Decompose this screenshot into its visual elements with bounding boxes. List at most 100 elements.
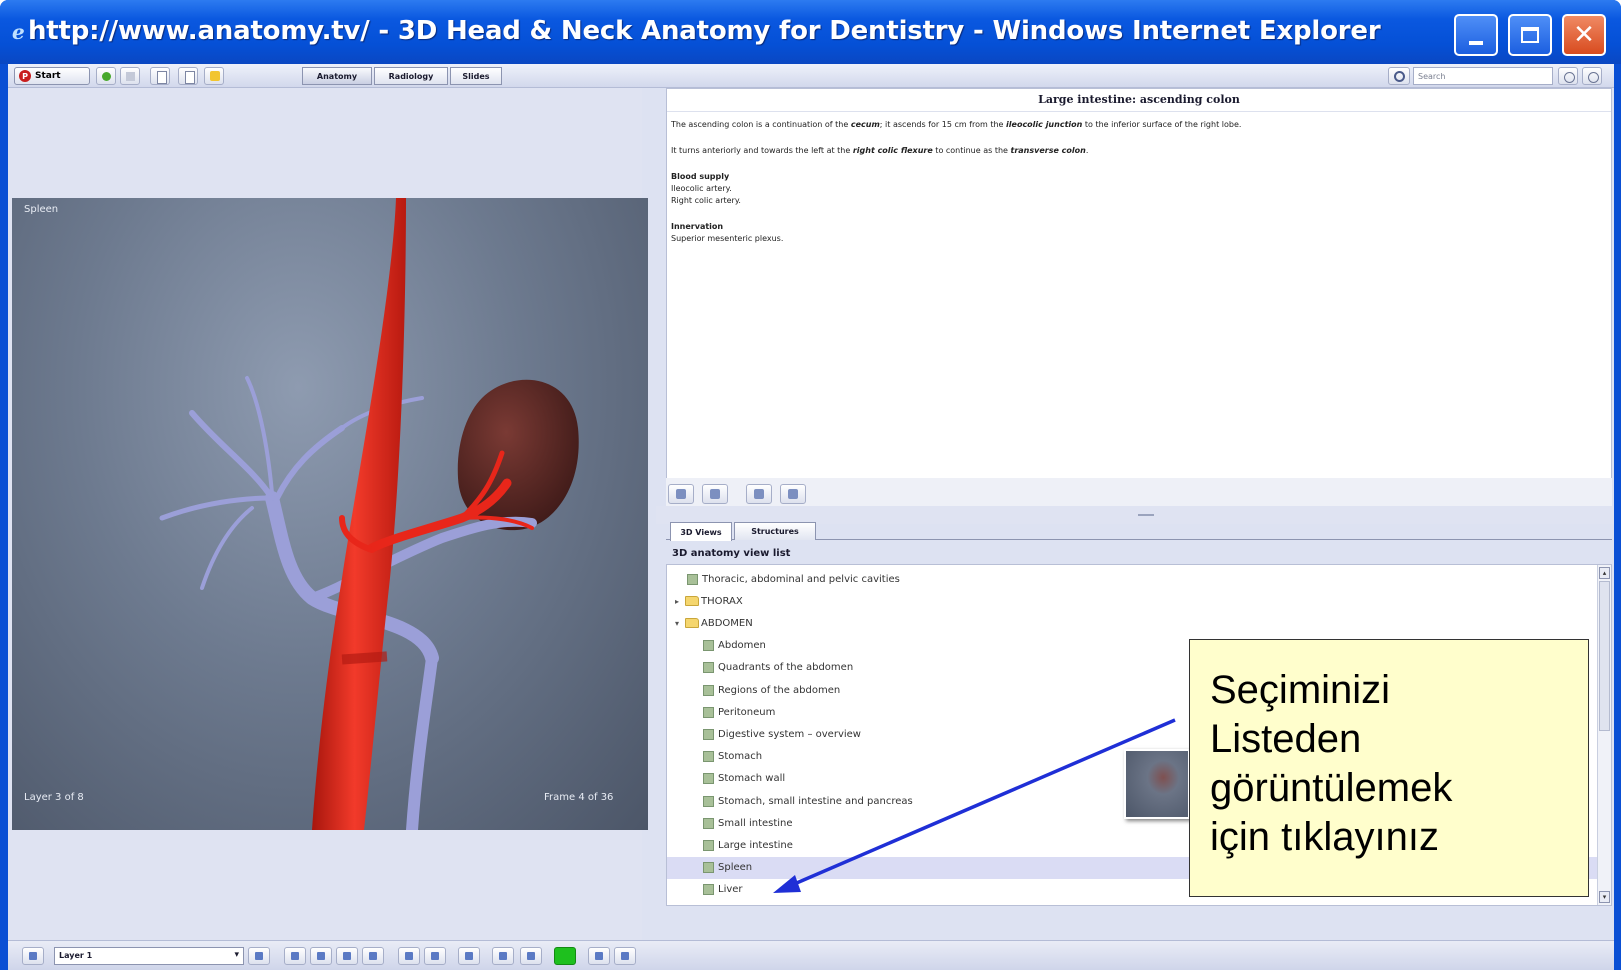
title-divider [667,111,1611,112]
link-right-colic-flexure[interactable]: right colic flexure [853,146,933,155]
list-item-label: Small intestine [718,817,793,829]
list-item[interactable]: ▸ THORAX [667,590,1597,612]
notes-icon[interactable] [178,67,198,85]
close-button[interactable]: ✕ [1562,14,1606,56]
link-transverse-colon[interactable]: transverse colon [1011,146,1086,155]
start-label: Start [35,71,61,81]
close-icon: ✕ [1573,20,1595,50]
list-item-label: Large intestine [718,839,793,851]
desc-text: to continue as the [932,146,1011,155]
view-page-icon [703,817,714,829]
scroll-down-icon[interactable]: ▾ [1599,891,1610,903]
play-icon[interactable] [336,947,358,965]
list-item-label: Stomach, small intestine and pancreas [718,795,913,807]
view-page-icon [703,662,714,674]
minimize-icon [1469,41,1483,45]
select-icon[interactable] [458,947,480,965]
maximize-icon [1521,27,1539,43]
list-item-label: Peritoneum [718,706,776,718]
desc-text: . [1085,146,1089,155]
view-page-icon [703,884,714,896]
rotate-icon[interactable] [284,947,306,965]
favorites-icon[interactable] [204,67,224,85]
view-page-icon [703,684,714,696]
help-icon[interactable] [1582,67,1602,85]
step-back-icon[interactable] [310,947,332,965]
scroll-up-icon[interactable]: ▴ [1599,567,1610,579]
link-cecum[interactable]: cecum [851,120,880,129]
title-bar: ℯ http://www.anatomy.tv/ - 3D Head & Nec… [0,0,1621,64]
expanded-toggle-icon[interactable]: ▾ [675,619,685,628]
innervation-item: Superior mesenteric plexus. [671,234,784,243]
start-button[interactable]: P Start [14,67,90,85]
splitter-grip-icon [1138,514,1154,516]
desc-text: to the inferior surface of the right lob… [1082,120,1242,129]
list-item[interactable]: ▾ ABDOMEN [667,612,1597,634]
save-icon[interactable] [780,484,806,504]
tab-anatomy[interactable]: Anatomy [302,67,372,85]
link-ileocolic-junction[interactable]: ileocolic junction [1006,120,1082,129]
zoom-in-icon[interactable] [668,484,694,504]
blood-supply-item: Right colic artery. [671,196,741,205]
viewer-frame-info: Frame 4 of 36 [544,792,614,803]
zoom-out-icon[interactable] [702,484,728,504]
share-icon[interactable] [614,947,636,965]
window-title: http://www.anatomy.tv/ - 3D Head & Neck … [28,16,1381,46]
desc-text: The ascending colon is a continuation of… [671,120,851,129]
back-icon[interactable] [120,67,140,85]
description-panel: Large intestine: ascending colon The asc… [666,88,1612,486]
view-page-icon [687,573,698,585]
list-item-label: ABDOMEN [701,617,753,629]
layer-select[interactable]: Layer 1 [54,947,244,965]
list-scrollbar[interactable]: ▴ ▾ [1597,565,1611,905]
description-toolbar [666,478,1612,508]
3d-anatomy-viewer[interactable]: Spleen Layer 3 of 8 Frame 4 of 36 [12,198,648,830]
tab-slides[interactable]: Slides [450,67,502,85]
minimize-button[interactable] [1454,14,1498,56]
print-icon[interactable] [746,484,772,504]
scroll-thumb[interactable] [1599,581,1610,731]
settings-icon[interactable] [1558,67,1578,85]
step-forward-icon[interactable] [362,947,384,965]
browser-window: ℯ http://www.anatomy.tv/ - 3D Head & Nec… [0,0,1621,970]
view-thumbnail-preview [1124,749,1190,819]
tab-radiology[interactable]: Radiology [374,67,448,85]
folder-icon [685,618,699,629]
panel-tabs: 3D Views Structures [666,518,1612,541]
collapsed-toggle-icon[interactable]: ▸ [675,597,685,606]
view-page-icon [703,728,714,740]
view-page-icon [703,751,714,763]
status-indicator-icon[interactable] [554,947,576,965]
instruction-callout: Seçiminizi Listeden görüntülemek için tı… [1189,639,1589,897]
app-toolbar: P Start Anatomy Radiology Slides [8,64,1614,88]
aorta-shape [312,198,406,830]
anatomy-model-render [159,198,579,830]
search-icon[interactable] [1388,67,1410,85]
list-item[interactable]: Thoracic, abdominal and pelvic cavities [667,568,1597,590]
folder-icon [685,596,699,607]
maximize-button[interactable] [1508,14,1552,56]
list-item-label: Quadrants of the abdomen [718,662,854,674]
view-page-icon [703,862,714,874]
view-page-icon [703,839,714,851]
desc-text: It turns anteriorly and towards the left… [671,146,853,155]
print-view-icon[interactable] [492,947,514,965]
view-page-icon [703,773,714,785]
layer-lock-icon[interactable] [248,947,270,965]
blood-supply-heading: Blood supply [671,172,730,181]
tab-3d-views[interactable]: 3D Views [670,522,732,541]
list-item-label: Stomach [718,751,763,763]
save-view-icon[interactable] [520,947,542,965]
blood-supply-item: Ileocolic artery. [671,184,732,193]
menu-icon[interactable] [22,947,44,965]
zoom-icon[interactable] [424,947,446,965]
list-item-label: THORAX [701,595,743,607]
document-icon[interactable] [150,67,170,85]
search-input[interactable] [1413,67,1553,85]
export-icon[interactable] [588,947,610,965]
view-page-icon [703,706,714,718]
pin-icon[interactable] [398,947,420,965]
home-icon[interactable] [96,67,116,85]
tab-structures[interactable]: Structures [734,522,816,540]
view-page-icon [703,795,714,807]
